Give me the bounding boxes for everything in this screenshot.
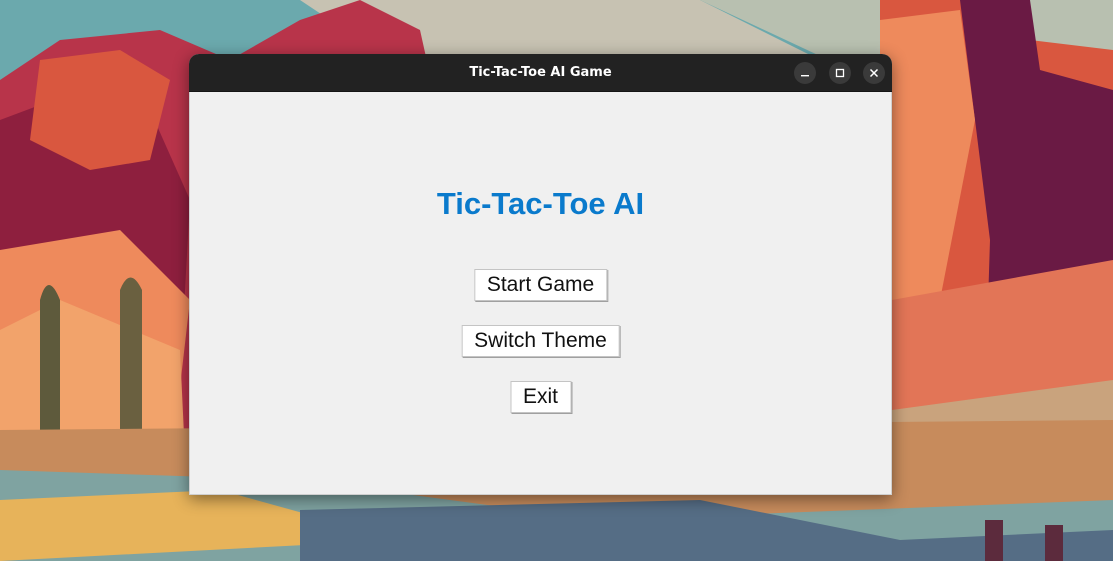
minimize-icon: [801, 75, 809, 77]
maximize-button[interactable]: [829, 62, 851, 84]
maximize-icon: [835, 68, 845, 78]
app-window: Tic-Tac-Toe AI Game Tic-Tac-Toe AI Start…: [189, 54, 892, 495]
close-icon: [869, 68, 879, 78]
switch-theme-button[interactable]: Switch Theme: [461, 325, 620, 357]
window-content: Tic-Tac-Toe AI Start Game Switch Theme E…: [189, 92, 892, 495]
close-button[interactable]: [863, 62, 885, 84]
window-title: Tic-Tac-Toe AI Game: [469, 65, 612, 80]
exit-button[interactable]: Exit: [509, 381, 572, 413]
start-game-button[interactable]: Start Game: [473, 269, 608, 301]
minimize-button[interactable]: [794, 62, 816, 84]
app-heading: Tic-Tac-Toe AI: [436, 186, 645, 221]
window-titlebar[interactable]: Tic-Tac-Toe AI Game: [189, 54, 892, 92]
